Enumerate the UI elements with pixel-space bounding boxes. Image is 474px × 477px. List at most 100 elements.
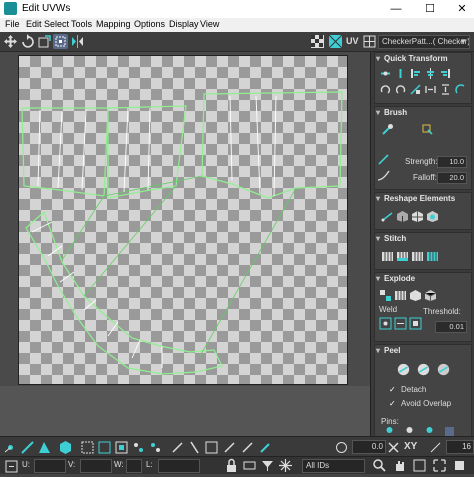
pivot-icon[interactable] [454,83,467,96]
relax-grid-icon[interactable] [411,210,424,223]
show-map-icon[interactable] [328,34,343,49]
xy-label[interactable]: XY [404,441,417,452]
stitch-source-icon[interactable] [381,250,394,263]
peel-mode-icon[interactable] [417,363,433,379]
soft-selection-field[interactable]: 0.0 [352,440,386,454]
weld-selected-icon[interactable] [379,317,392,330]
menu-options[interactable]: Options [134,19,165,29]
uv-space-label[interactable]: UV [346,34,362,49]
u-field[interactable] [34,459,66,473]
brush-paint-icon[interactable] [381,123,394,136]
rotate-ccw-icon[interactable] [379,83,392,96]
ids-dropdown[interactable]: All IDs [302,459,365,473]
lock-icon[interactable] [224,458,239,473]
lscm-peel-icon[interactable] [437,363,453,379]
pin-moved-icon[interactable] [443,425,456,436]
align-horizontal-icon[interactable] [379,67,392,80]
menu-file[interactable]: File [5,19,20,29]
loop-select-icon[interactable] [170,440,185,455]
unpin-icon[interactable] [403,425,416,436]
menu-edit[interactable]: Edit [26,19,42,29]
relax-cube-icon[interactable] [396,210,409,223]
space-vertical-icon[interactable] [439,83,452,96]
straighten-icon[interactable] [381,210,394,223]
stitch-target-icon[interactable] [396,250,409,263]
texture-dropdown[interactable]: CheckerPatt...( Checker) [378,35,470,49]
edge-mode-icon[interactable] [20,440,35,455]
chevron-down-icon[interactable]: ▾ [461,36,466,47]
avoid-overlap-checkbox[interactable]: ✓ [389,400,397,408]
quick-peel-icon[interactable] [397,363,413,379]
flatten-icon[interactable] [424,289,437,302]
menu-tools[interactable]: Tools [71,19,92,29]
shrink-selection-icon[interactable] [148,440,163,455]
freeform-icon[interactable] [53,34,68,49]
mirror-icon[interactable] [70,34,85,49]
explode-title[interactable]: Explode [375,273,471,285]
stitch-title[interactable]: Stitch [375,233,471,245]
zoom-region-icon[interactable] [412,458,427,473]
rotate-icon[interactable] [20,34,35,49]
pin-icon[interactable] [383,425,396,436]
stitch-average-icon[interactable] [411,250,424,263]
pan-hand-icon[interactable] [392,458,407,473]
ring-select-icon[interactable] [187,440,202,455]
break-icon[interactable] [379,289,392,302]
move-icon[interactable] [3,34,18,49]
align-vertical-icon[interactable] [394,67,407,80]
weld-all-icon[interactable] [409,317,422,330]
weld-target-icon[interactable] [394,317,407,330]
paint-select-icon[interactable] [204,440,219,455]
space-horizontal-icon[interactable] [424,83,437,96]
grid-icon[interactable] [362,34,377,49]
select-icon-2[interactable] [97,440,112,455]
w-field[interactable] [126,459,142,473]
align-center-icon[interactable] [424,67,437,80]
zoom-extents-icon[interactable] [432,458,447,473]
reshape-elements-title[interactable]: Reshape Elements [375,193,471,205]
flatten-by-material-icon[interactable] [409,289,422,302]
scale-icon[interactable] [37,34,52,49]
falloff-select-icon[interactable] [240,440,255,455]
align-right-icon[interactable] [439,67,452,80]
element-mode-icon[interactable] [58,440,73,455]
flatten-by-smoothing-icon[interactable] [394,289,407,302]
sub-object-icon[interactable] [428,440,443,455]
uv-islands[interactable] [0,52,370,436]
grow-selection-icon[interactable] [131,440,146,455]
brush-falloff-icon[interactable] [377,153,390,166]
l-field[interactable] [158,459,200,473]
quick-transform-title[interactable]: Quick Transform [375,53,471,65]
rotate-cw-icon[interactable] [394,83,407,96]
face-mode-icon[interactable] [37,440,52,455]
align-left-icon[interactable] [409,67,422,80]
zoom-icon[interactable] [372,458,387,473]
filter-icon[interactable] [260,458,275,473]
hide-icon[interactable] [242,458,257,473]
strength-field[interactable]: 10.0 [437,156,467,168]
threshold-field[interactable]: 0.01 [435,321,467,333]
zoom-selected-icon[interactable] [452,458,467,473]
select-icon-1[interactable] [80,440,95,455]
relax-sphere-icon[interactable] [426,210,439,223]
stitch-custom-icon[interactable] [426,250,439,263]
v-field[interactable] [80,459,112,473]
minimize-button[interactable]: — [384,1,408,17]
brush-title[interactable]: Brush [375,107,471,119]
menu-display[interactable]: Display [169,19,199,29]
absolute-mode-icon[interactable] [4,459,18,473]
cross-icon[interactable] [386,440,401,455]
paint-brush-icon[interactable] [258,440,273,455]
falloff-field[interactable]: 20.0 [437,172,467,184]
select-icon-3[interactable] [114,440,129,455]
menu-mapping[interactable]: Mapping [96,19,131,29]
close-button[interactable]: ✕ [450,1,474,17]
menu-view[interactable]: View [200,19,219,29]
soft-selection-value-icon[interactable] [334,440,349,455]
peel-title[interactable]: Peel [375,345,471,357]
vertex-mode-icon[interactable] [3,440,18,455]
zoom-field[interactable]: 16 [446,440,474,454]
freeze-icon[interactable] [278,458,293,473]
align-to-edge-icon[interactable] [409,83,422,96]
brush-relax-icon[interactable] [421,123,434,136]
